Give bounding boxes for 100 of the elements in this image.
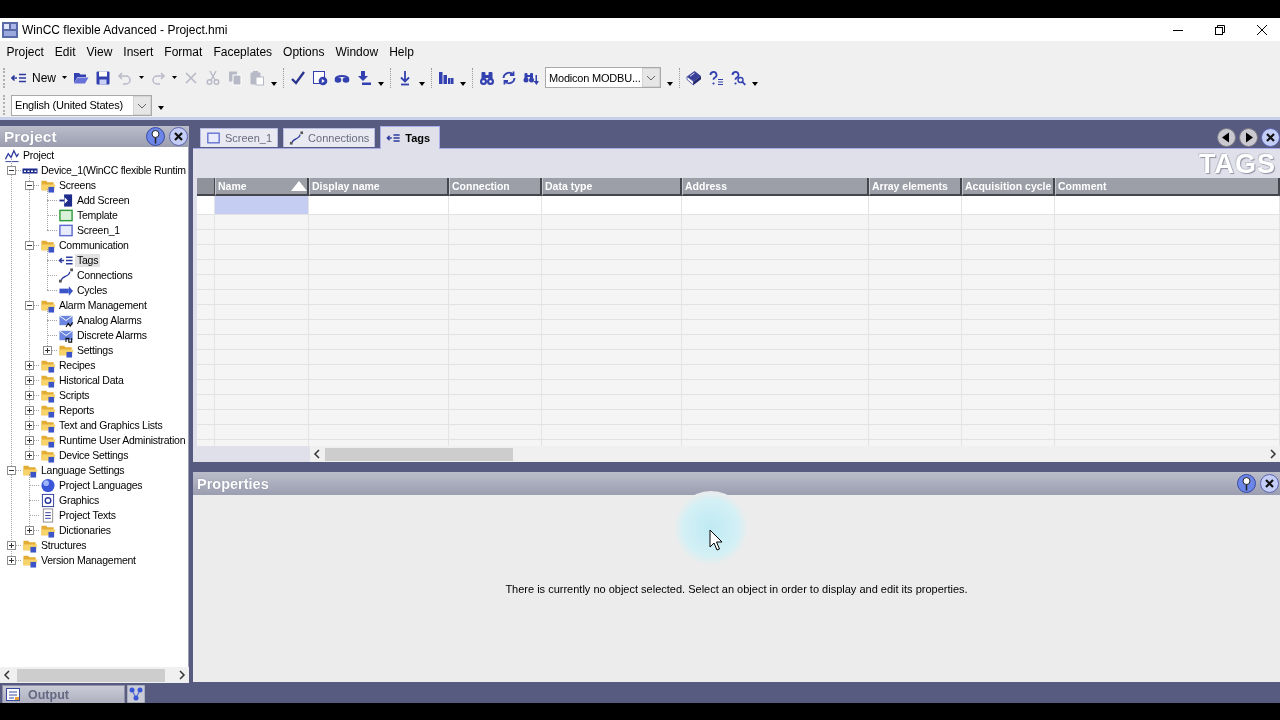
overflow-caret-icon[interactable] [378, 82, 384, 86]
tree-item[interactable]: Settings [75, 344, 115, 357]
overflow-caret-icon[interactable] [419, 82, 425, 86]
plus-box-icon[interactable] [25, 376, 34, 385]
window-title: WinCC flexible Advanced - Project.hmi [22, 22, 228, 37]
plus-box-icon[interactable] [25, 406, 34, 415]
bar-chart-icon[interactable] [438, 69, 454, 86]
tree-item[interactable]: Screen_1 [75, 224, 122, 237]
editor-tab[interactable]: Screen_1 [200, 128, 279, 147]
caret-icon[interactable] [62, 76, 67, 79]
scroll-left-icon[interactable] [313, 449, 321, 459]
check-icon[interactable] [290, 69, 306, 86]
new-button[interactable]: New [11, 69, 56, 86]
restore-icon[interactable] [1215, 24, 1225, 35]
plus-box-icon[interactable] [25, 361, 34, 370]
minus-box-icon[interactable] [25, 301, 34, 310]
plus-box-icon[interactable] [25, 421, 34, 430]
tree-item[interactable]: Dictionaries [57, 524, 113, 537]
plus-box-icon[interactable] [7, 556, 16, 565]
chevron-down-icon[interactable] [133, 95, 151, 115]
tree-item[interactable]: Runtime User Administration [57, 434, 188, 447]
scrollbar-thumb[interactable] [17, 668, 165, 682]
tree-item[interactable]: Reports [57, 404, 96, 417]
tree-item[interactable]: Historical Data [57, 374, 126, 387]
plus-box-icon[interactable] [7, 541, 16, 550]
tree-item[interactable]: Text and Graphics Lists [57, 419, 165, 432]
tree-item[interactable]: Screens [57, 179, 98, 192]
book-icon[interactable] [686, 69, 702, 86]
overflow-caret-icon[interactable] [271, 82, 277, 86]
previous-icon[interactable] [1217, 127, 1236, 147]
menu-item[interactable]: Window [329, 42, 384, 61]
tree-item[interactable]: Alarm Management [57, 299, 149, 312]
tree-item[interactable]: Scripts [57, 389, 92, 402]
pin-icon[interactable] [1237, 474, 1256, 493]
minus-box-icon[interactable] [7, 466, 16, 475]
chevron-down-icon[interactable] [642, 68, 660, 87]
minus-box-icon[interactable] [25, 241, 34, 250]
minus-box-icon[interactable] [25, 181, 34, 190]
arrow-to-bar-icon[interactable] [356, 69, 372, 86]
page-play-icon[interactable] [312, 69, 328, 86]
tree-item[interactable]: Discrete Alarms [75, 329, 149, 342]
tree-item[interactable]: Connections [75, 269, 135, 282]
close-icon[interactable] [169, 127, 188, 146]
scroll-right-icon[interactable] [178, 670, 186, 680]
tree-item[interactable]: Analog Alarms [75, 314, 144, 327]
network-nodes-icon[interactable] [127, 685, 145, 703]
menu-item[interactable]: Insert [117, 42, 159, 61]
tree-item[interactable]: Project [21, 149, 56, 162]
overflow-caret-icon[interactable] [158, 106, 164, 110]
tree-item[interactable]: Language Settings [39, 464, 127, 477]
overflow-caret-icon[interactable] [752, 82, 758, 86]
close-icon[interactable] [1261, 127, 1280, 147]
editor-tab[interactable]: Connections [283, 128, 376, 147]
tree-item[interactable]: Graphics [57, 494, 101, 507]
folder-icon [40, 178, 56, 193]
menu-item[interactable]: Format [158, 42, 208, 61]
tree-item[interactable]: Cycles [75, 284, 109, 297]
tree-item[interactable]: Add Screen [75, 194, 132, 207]
plus-box-icon[interactable] [25, 451, 34, 460]
refresh-arrows-icon[interactable] [501, 69, 517, 86]
tree-item[interactable]: Device Settings [57, 449, 131, 462]
menu-item[interactable]: Options [277, 42, 330, 61]
combobox[interactable]: Modicon MODBU... [545, 67, 661, 88]
table-cell[interactable] [215, 196, 309, 214]
plus-box-icon[interactable] [25, 526, 34, 535]
plus-box-icon[interactable] [43, 346, 52, 355]
menu-item[interactable]: Help [383, 42, 420, 61]
tree-item[interactable]: Recipes [57, 359, 98, 372]
question-list-icon[interactable] [708, 69, 724, 86]
question-magnifier-icon[interactable] [730, 69, 746, 86]
folder-icon [40, 373, 56, 388]
scroll-right-icon[interactable] [1269, 449, 1277, 459]
plus-box-icon[interactable] [25, 391, 34, 400]
folder-icon [22, 538, 38, 553]
folder-icon [22, 463, 38, 478]
binoculars-icon[interactable] [479, 69, 495, 86]
menu-item[interactable]: View [81, 42, 118, 61]
tree-item[interactable]: Tags [75, 254, 101, 267]
combobox[interactable]: English (United States) [11, 94, 152, 116]
pin-icon[interactable] [146, 127, 165, 146]
close-icon[interactable] [1260, 474, 1279, 493]
editor-tab[interactable]: Tags [380, 126, 441, 149]
close-icon[interactable] [1257, 24, 1267, 35]
tree-item[interactable]: Template [75, 209, 120, 222]
overflow-caret-icon[interactable] [460, 82, 466, 86]
tree-item[interactable]: Version Management [39, 554, 138, 567]
scrollbar-thumb[interactable] [325, 447, 513, 461]
menu-item[interactable]: Faceplates [207, 42, 278, 61]
minus-box-icon[interactable] [7, 166, 16, 175]
tree-item[interactable]: Device_1(WinCC flexible Runtim [39, 164, 188, 177]
tree-item[interactable]: Project Texts [57, 509, 118, 522]
scroll-left-icon[interactable] [3, 670, 11, 680]
menu-item[interactable]: Project [1, 42, 50, 61]
plus-box-icon[interactable] [25, 436, 34, 445]
menu-item[interactable]: Edit [49, 42, 82, 61]
tree-item[interactable]: Communication [57, 239, 131, 252]
overflow-caret-icon[interactable] [667, 82, 673, 86]
tree-item[interactable]: Project Languages [57, 479, 145, 492]
tree-item[interactable]: Structures [39, 539, 89, 552]
next-icon[interactable] [1239, 127, 1258, 147]
